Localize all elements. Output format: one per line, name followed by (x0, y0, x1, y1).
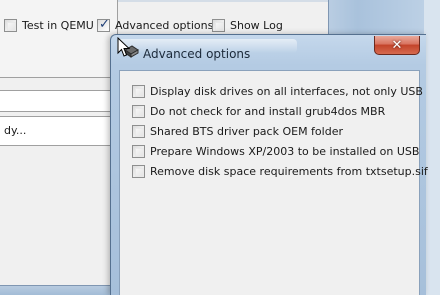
main-action-button-label: dy... (4, 124, 27, 137)
remove-disk-space-checkbox[interactable] (132, 164, 145, 178)
shared-bts-checkbox[interactable] (132, 124, 145, 138)
option-remove-disk-space[interactable]: Remove disk space requirements from txts… (132, 163, 428, 179)
advanced-options-option[interactable]: ✓ Advanced options (97, 17, 213, 33)
shared-bts-label: Shared BTS driver pack OEM folder (150, 124, 343, 138)
close-button[interactable]: ✕ (374, 36, 420, 55)
prepare-xp-checkbox[interactable] (132, 144, 145, 158)
option-prepare-xp[interactable]: Prepare Windows XP/2003 to be installed … (132, 143, 419, 159)
option-shared-bts[interactable]: Shared BTS driver pack OEM folder (132, 123, 343, 139)
close-icon: ✕ (391, 37, 403, 53)
option-display-disk-drives[interactable]: Display disk drives on all interfaces, n… (132, 83, 423, 99)
main-options-panel (0, 0, 118, 78)
advanced-options-dialog: Advanced options ✕ Display disk drives o… (110, 34, 428, 295)
mouse-cursor-icon (117, 37, 131, 57)
show-log-label: Show Log (230, 18, 283, 32)
check-mark-icon: ✓ (99, 16, 110, 32)
option-no-grub4dos[interactable]: Do not check for and install grub4dos MB… (132, 103, 385, 119)
test-in-qemu-checkbox[interactable] (4, 18, 17, 32)
dialog-content: Display disk drives on all interfaces, n… (119, 70, 428, 295)
show-log-checkbox[interactable] (212, 18, 225, 32)
test-in-qemu-label: Test in QEMU (22, 18, 94, 32)
test-in-qemu-option[interactable]: Test in QEMU (4, 17, 94, 33)
dialog-title: Advanced options (143, 47, 251, 61)
remove-disk-space-label: Remove disk space requirements from txts… (150, 164, 428, 178)
display-disk-drives-label: Display disk drives on all interfaces, n… (150, 84, 423, 98)
display-disk-drives-checkbox[interactable] (132, 84, 145, 98)
no-grub4dos-checkbox[interactable] (132, 104, 145, 118)
prepare-xp-label: Prepare Windows XP/2003 to be installed … (150, 144, 420, 158)
advanced-options-checkbox[interactable]: ✓ (97, 16, 110, 32)
advanced-options-label: Advanced options (115, 18, 214, 32)
main-input-field[interactable] (0, 90, 118, 112)
no-grub4dos-label: Do not check for and install grub4dos MB… (150, 104, 386, 118)
show-log-option[interactable]: Show Log (212, 17, 283, 33)
